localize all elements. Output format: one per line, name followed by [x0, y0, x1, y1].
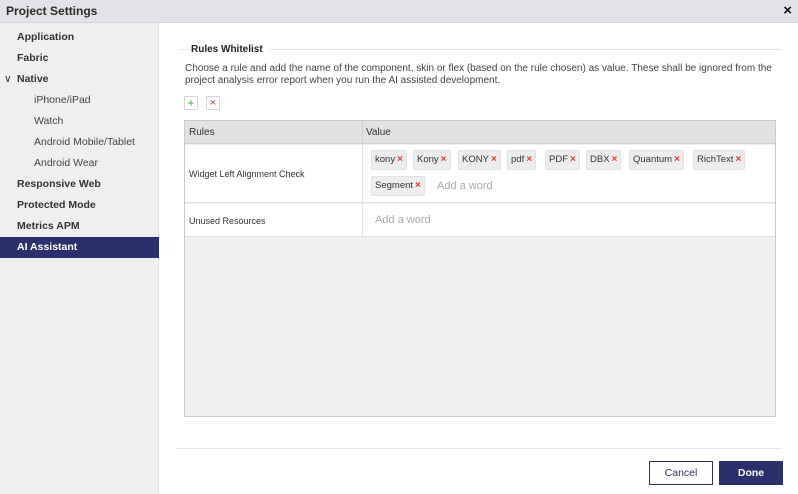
sidebar-item-android-mobile-tablet[interactable]: Android Mobile/Tablet: [0, 132, 159, 153]
sidebar-item-ai-assistant[interactable]: AI Assistant: [0, 237, 159, 258]
sidebar-item-label: iPhone/iPad: [34, 94, 91, 106]
remove-tag-icon[interactable]: ×: [526, 154, 532, 165]
sidebar-item-fabric[interactable]: Fabric: [0, 48, 159, 69]
section-description: Choose a rule and add the name of the co…: [185, 63, 772, 86]
close-icon: ×: [209, 97, 217, 109]
value-tag: PDF ×: [545, 150, 580, 170]
value-tag: RichText ×: [693, 150, 746, 170]
sidebar: Application Fabric ∨ Native iPhone/iPad W…: [0, 23, 159, 494]
sidebar-item-label: Watch: [34, 115, 64, 127]
value-tag: KONY ×: [458, 150, 501, 170]
remove-tag-icon[interactable]: ×: [415, 180, 421, 191]
sidebar-item-responsive-web[interactable]: Responsive Web: [0, 174, 159, 195]
sidebar-item-android-wear[interactable]: Android Wear: [0, 153, 159, 174]
column-divider: [362, 204, 363, 236]
tag-label: kony: [375, 154, 396, 165]
sidebar-item-label: Fabric: [17, 52, 49, 64]
add-word-input[interactable]: Add a word: [375, 214, 431, 226]
remove-tag-icon[interactable]: ×: [735, 154, 741, 165]
table-row[interactable]: Unused Resources Add a word: [185, 204, 775, 237]
table-row[interactable]: Widget Left Alignment Check kony × Kony × …: [185, 145, 775, 203]
tag-label: Segment: [375, 180, 414, 191]
column-divider: [362, 121, 363, 144]
rules-table: Rules Value Widget Left Alignment Check …: [184, 120, 776, 417]
sidebar-item-native[interactable]: ∨ Native: [0, 69, 159, 90]
window-title: Project Settings: [6, 4, 98, 18]
value-tag: Kony ×: [413, 150, 451, 170]
remove-tag-icon[interactable]: ×: [491, 154, 497, 165]
sidebar-item-watch[interactable]: Watch: [0, 111, 159, 132]
column-divider: [362, 145, 363, 202]
tag-label: PDF: [549, 154, 568, 165]
remove-tag-icon[interactable]: ×: [612, 154, 618, 165]
rule-name: Widget Left Alignment Check: [189, 169, 305, 179]
remove-tag-icon[interactable]: ×: [674, 154, 680, 165]
value-tag: pdf ×: [507, 150, 537, 170]
remove-rule-button[interactable]: ×: [206, 96, 220, 110]
table-header: Rules Value: [185, 121, 775, 144]
add-word-input[interactable]: Add a word: [437, 180, 493, 192]
cancel-button[interactable]: Cancel: [649, 461, 713, 485]
column-header-rules: Rules: [189, 127, 215, 138]
value-tag: kony ×: [371, 150, 407, 170]
sidebar-item-label: Responsive Web: [17, 178, 101, 190]
value-tag: DBX ×: [586, 150, 622, 170]
sidebar-item-label: AI Assistant: [17, 241, 78, 253]
close-icon[interactable]: ×: [783, 2, 792, 19]
value-tag: Quantum ×: [629, 150, 684, 170]
fieldset-border: [180, 49, 782, 50]
sidebar-item-application[interactable]: Application: [0, 27, 159, 48]
sidebar-item-label: Native: [17, 73, 49, 85]
done-button[interactable]: Done: [719, 461, 783, 485]
add-rule-button[interactable]: +: [184, 96, 198, 110]
sidebar-item-label: Android Wear: [34, 157, 99, 169]
plus-icon: +: [187, 96, 195, 110]
tag-label: Kony: [417, 154, 439, 165]
sidebar-item-label: Protected Mode: [17, 199, 96, 211]
remove-tag-icon[interactable]: ×: [397, 154, 403, 165]
sidebar-item-label: Metrics APM: [17, 220, 80, 232]
column-header-value: Value: [366, 127, 391, 138]
sidebar-item-protected-mode[interactable]: Protected Mode: [0, 195, 159, 216]
remove-tag-icon[interactable]: ×: [570, 154, 576, 165]
tag-label: DBX: [590, 154, 610, 165]
remove-tag-icon[interactable]: ×: [441, 154, 447, 165]
rule-name: Unused Resources: [189, 216, 266, 226]
section-title: Rules Whitelist: [191, 44, 269, 55]
sidebar-item-label: Application: [17, 31, 75, 43]
tag-label: RichText: [697, 154, 734, 165]
chevron-down-icon: ∨: [4, 73, 12, 85]
tag-label: Quantum: [633, 154, 673, 165]
title-bar: Project Settings ×: [0, 0, 798, 23]
tag-label: KONY: [462, 154, 489, 165]
sidebar-item-label: Android Mobile/Tablet: [34, 136, 135, 148]
sidebar-item-iphone-ipad[interactable]: iPhone/iPad: [0, 90, 159, 111]
main-panel: Rules Whitelist Choose a rule and add th…: [160, 23, 798, 494]
value-tag: Segment ×: [371, 176, 425, 196]
sidebar-item-metrics-apm[interactable]: Metrics APM: [0, 216, 159, 237]
tag-label: pdf: [511, 154, 525, 165]
footer-divider: [176, 448, 782, 449]
